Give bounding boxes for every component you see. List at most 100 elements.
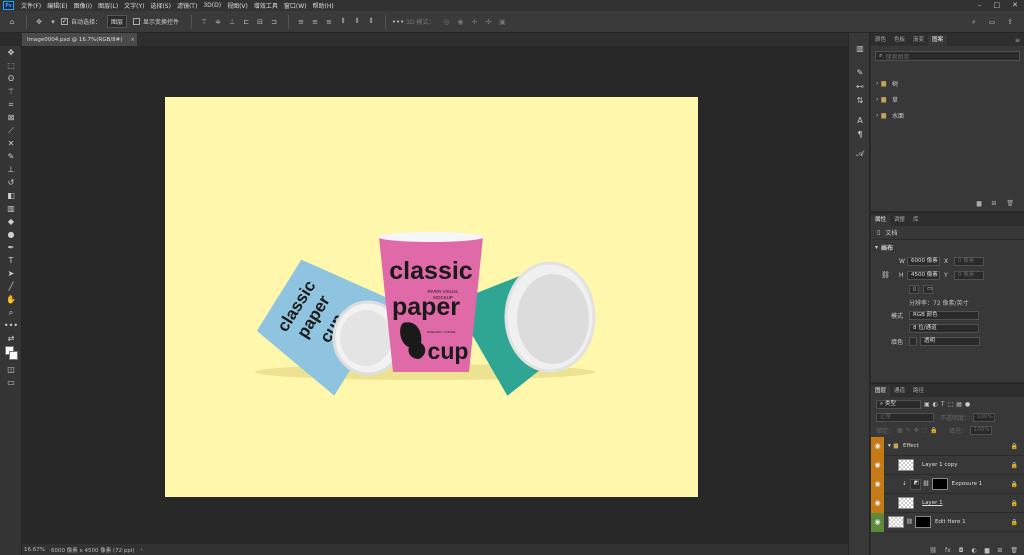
- workspace-icon[interactable]: ▭: [986, 17, 998, 27]
- auto-select-dropdown[interactable]: 图层: [107, 15, 128, 28]
- lock-artboard-icon[interactable]: ⬚: [922, 427, 928, 434]
- mode-dropdown[interactable]: RGB 颜色: [909, 311, 979, 320]
- menu-file[interactable]: 文件(F): [18, 1, 44, 10]
- new-group-icon[interactable]: ▆: [985, 547, 990, 554]
- status-menu-arrow[interactable]: ›: [141, 547, 143, 553]
- lock-paint-icon[interactable]: ✎: [906, 427, 911, 434]
- visibility-eye-icon[interactable]: ◉: [871, 474, 884, 494]
- history-panel-icon[interactable]: ▥: [849, 41, 871, 55]
- color-swatches[interactable]: [0, 345, 22, 363]
- more-options-icon[interactable]: •••: [392, 17, 404, 27]
- delete-layer-icon[interactable]: 🗑: [1010, 547, 1018, 554]
- line-tool-icon[interactable]: ╱: [0, 280, 22, 293]
- screen-mode-icon[interactable]: ▭: [0, 376, 22, 389]
- move-tool-preset-icon[interactable]: ✥: [33, 17, 45, 27]
- layer-row-edit-here-1[interactable]: ◉ ⛓ Edit Here 1 🔒: [871, 512, 1024, 532]
- quick-mask-icon[interactable]: ◫: [0, 363, 22, 376]
- menu-edit[interactable]: 编辑(E): [44, 1, 70, 10]
- search-icon[interactable]: ⌕: [968, 17, 980, 27]
- type-tool-icon[interactable]: T: [0, 254, 22, 267]
- layer-row-layer-1-copy[interactable]: ◉ Layer 1 copy 🔒: [871, 455, 1024, 475]
- tab-paths[interactable]: 路径: [909, 386, 928, 397]
- link-dimensions-icon[interactable]: ⛓: [881, 271, 890, 279]
- pattern-group-grass[interactable]: › ▆ 草: [871, 91, 1024, 107]
- filter-shape-icon[interactable]: ⬚: [948, 401, 954, 408]
- lock-pixels-icon[interactable]: ▦: [897, 427, 903, 434]
- auto-select-toggle[interactable]: ✓ 自动选择：: [61, 17, 101, 26]
- distribute-hcenter-icon[interactable]: ⦀: [351, 17, 363, 27]
- x-field[interactable]: 0 像素: [954, 256, 984, 266]
- tab-gradients[interactable]: 渐变: [909, 35, 928, 46]
- lasso-tool-icon[interactable]: ʘ: [0, 72, 22, 85]
- distribute-left-icon[interactable]: ⦀: [337, 17, 349, 27]
- dodge-tool-icon[interactable]: ●: [0, 228, 22, 241]
- fill-dropdown[interactable]: 透明: [920, 337, 980, 346]
- history-brush-tool-icon[interactable]: ↺: [0, 176, 22, 189]
- minimize-button[interactable]: –: [978, 1, 982, 9]
- tab-libraries[interactable]: 库: [909, 215, 923, 226]
- tab-patterns[interactable]: 图案: [928, 35, 948, 46]
- new-layer-icon[interactable]: ⊞: [997, 547, 1002, 554]
- distribute-top-icon[interactable]: ≡: [295, 17, 307, 27]
- brush-tool-icon[interactable]: ✎: [0, 150, 22, 163]
- background-color-swatch[interactable]: [9, 351, 18, 360]
- tab-adjustments[interactable]: 调整: [890, 215, 909, 226]
- new-pattern-icon[interactable]: ⊞: [991, 200, 996, 207]
- layer-row-effect[interactable]: ◉ ▾ ▆ Effect 🔒: [871, 436, 1024, 456]
- link-layers-icon[interactable]: ⛓: [929, 547, 937, 554]
- menu-3d[interactable]: 3D(D): [200, 2, 224, 9]
- maximize-button[interactable]: □: [994, 1, 1001, 9]
- adjustments-icon[interactable]: ⊷: [849, 79, 871, 93]
- hand-tool-icon[interactable]: ✋: [0, 293, 22, 306]
- visibility-eye-icon[interactable]: ◉: [871, 436, 884, 456]
- width-field[interactable]: 6000 像素: [907, 256, 940, 266]
- bit-depth-dropdown[interactable]: 8 位/通道: [909, 324, 979, 333]
- align-bottom-icon[interactable]: ⊥: [226, 17, 238, 27]
- layer-filter-dropdown[interactable]: ⌕ 类型: [876, 399, 921, 409]
- show-transform-toggle[interactable]: 显示变换控件: [133, 17, 179, 26]
- menu-filter[interactable]: 滤镜(T): [174, 1, 200, 10]
- glyphs-panel-icon[interactable]: 𝒜: [849, 147, 871, 161]
- paragraph-panel-icon[interactable]: ¶: [849, 127, 871, 141]
- layer-style-icon[interactable]: fx: [945, 547, 951, 554]
- panel-menu-icon[interactable]: ≡: [1015, 35, 1020, 46]
- align-hcenter-icon[interactable]: ⊟: [254, 17, 266, 27]
- visibility-eye-icon[interactable]: ◉: [871, 455, 884, 475]
- distribute-right-icon[interactable]: ⦀: [365, 17, 377, 27]
- magic-wand-tool-icon[interactable]: ⚚: [0, 85, 22, 98]
- layer-mask-thumbnail[interactable]: [931, 478, 948, 490]
- edit-toolbar-icon[interactable]: •••: [0, 319, 22, 332]
- filter-toggle-icon[interactable]: ●: [965, 401, 970, 408]
- canvas-section[interactable]: ▾ 画布: [871, 240, 1024, 254]
- path-selection-tool-icon[interactable]: ➤: [0, 267, 22, 280]
- menu-select[interactable]: 选择(S): [147, 1, 174, 10]
- character-panel-icon[interactable]: A: [849, 113, 871, 127]
- distribute-bottom-icon[interactable]: ≡: [323, 17, 335, 27]
- paragraph-styles-icon[interactable]: ⇅: [849, 93, 871, 107]
- show-transform-checkbox[interactable]: [133, 18, 141, 25]
- brush-settings-icon[interactable]: ✎: [849, 65, 871, 79]
- delete-icon[interactable]: 🗑: [1006, 200, 1014, 207]
- close-window-button[interactable]: ✕: [1012, 1, 1018, 9]
- tab-color[interactable]: 颜色: [871, 35, 890, 46]
- roll-3d-icon[interactable]: ◉: [454, 17, 466, 27]
- chevron-down-icon[interactable]: ▾: [47, 17, 59, 27]
- layer-row-exposure-1[interactable]: ◉ ↓ ◩ ⛓ Exposure 1 🔒: [871, 474, 1024, 494]
- visibility-eye-icon[interactable]: ◉: [871, 512, 884, 532]
- filter-pixel-icon[interactable]: ▣: [924, 401, 930, 408]
- lock-all-icon[interactable]: 🔒: [930, 427, 937, 434]
- drag-3d-icon[interactable]: ✢: [468, 17, 480, 27]
- fill-field[interactable]: 100%: [969, 426, 992, 435]
- menu-view[interactable]: 视图(V): [224, 1, 251, 10]
- tab-layers[interactable]: 图层: [871, 386, 891, 397]
- home-icon[interactable]: ⌂: [6, 17, 18, 27]
- eraser-tool-icon[interactable]: ◧: [0, 189, 22, 202]
- crop-tool-icon[interactable]: ⌗: [0, 98, 22, 111]
- menu-window[interactable]: 窗口(W): [281, 1, 310, 10]
- new-adjustment-icon[interactable]: ◐: [971, 547, 976, 554]
- move-tool-icon[interactable]: ✥: [0, 46, 22, 59]
- zoom-tool-icon[interactable]: ⌕: [0, 306, 22, 319]
- marquee-tool-icon[interactable]: ⬚: [0, 59, 22, 72]
- visibility-eye-icon[interactable]: ◉: [871, 493, 884, 513]
- filter-adjustment-icon[interactable]: ◐: [933, 401, 938, 408]
